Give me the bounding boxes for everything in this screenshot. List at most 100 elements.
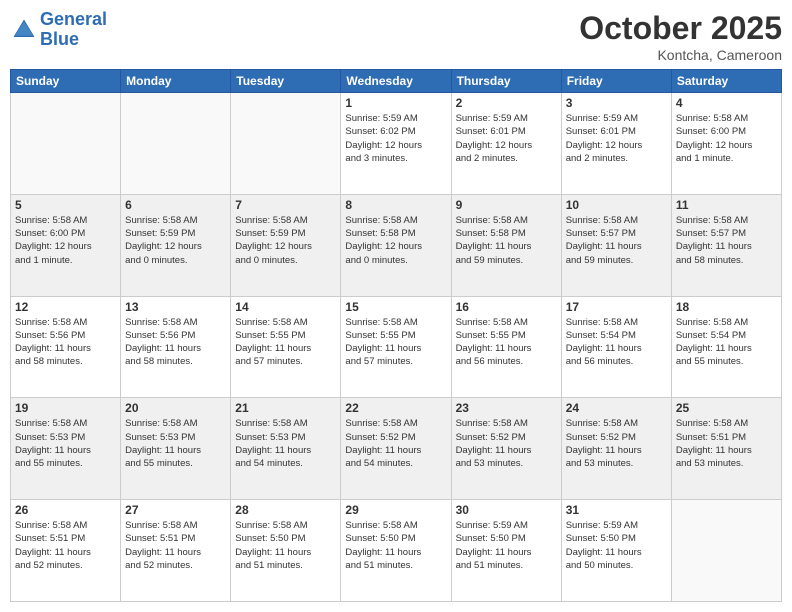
calendar-day: 28 Sunrise: 5:58 AM Sunset: 5:50 PM Dayli… — [231, 500, 341, 602]
page: General Blue October 2025 Kontcha, Camer… — [0, 0, 792, 612]
day-number: 6 — [125, 198, 226, 212]
day-info: Sunrise: 5:58 AM Sunset: 5:52 PM Dayligh… — [566, 417, 667, 470]
day-number: 12 — [15, 300, 116, 314]
day-number: 17 — [566, 300, 667, 314]
day-number: 31 — [566, 503, 667, 517]
day-info: Sunrise: 5:58 AM Sunset: 5:59 PM Dayligh… — [125, 214, 226, 267]
day-info: Sunrise: 5:58 AM Sunset: 5:53 PM Dayligh… — [235, 417, 336, 470]
calendar-week-3: 12 Sunrise: 5:58 AM Sunset: 5:56 PM Dayli… — [11, 296, 782, 398]
day-number: 4 — [676, 96, 777, 110]
day-info: Sunrise: 5:58 AM Sunset: 6:00 PM Dayligh… — [15, 214, 116, 267]
day-number: 15 — [345, 300, 446, 314]
day-info: Sunrise: 5:58 AM Sunset: 5:56 PM Dayligh… — [125, 316, 226, 369]
calendar-week-1: 1Sunrise: 5:59 AM Sunset: 6:02 PM Daylig… — [11, 93, 782, 195]
day-number: 7 — [235, 198, 336, 212]
day-info: Sunrise: 5:58 AM Sunset: 5:50 PM Dayligh… — [235, 519, 336, 572]
calendar-day: 5 Sunrise: 5:58 AM Sunset: 6:00 PM Daylig… — [11, 194, 121, 296]
day-info: Sunrise: 5:58 AM Sunset: 5:51 PM Dayligh… — [15, 519, 116, 572]
col-header-thursday: Thursday — [451, 70, 561, 93]
day-number: 27 — [125, 503, 226, 517]
day-number: 26 — [15, 503, 116, 517]
col-header-saturday: Saturday — [671, 70, 781, 93]
day-number: 20 — [125, 401, 226, 415]
day-info: Sunrise: 5:58 AM Sunset: 5:57 PM Dayligh… — [676, 214, 777, 267]
day-number: 9 — [456, 198, 557, 212]
day-info: Sunrise: 5:58 AM Sunset: 5:53 PM Dayligh… — [125, 417, 226, 470]
day-number: 2 — [456, 96, 557, 110]
title-block: October 2025 Kontcha, Cameroon — [579, 10, 782, 63]
calendar-day: 13 Sunrise: 5:58 AM Sunset: 5:56 PM Dayli… — [121, 296, 231, 398]
calendar-week-5: 26 Sunrise: 5:58 AM Sunset: 5:51 PM Dayli… — [11, 500, 782, 602]
calendar-day: 9 Sunrise: 5:58 AM Sunset: 5:58 PM Daylig… — [451, 194, 561, 296]
day-number: 25 — [676, 401, 777, 415]
day-number: 29 — [345, 503, 446, 517]
calendar-day: 8 Sunrise: 5:58 AM Sunset: 5:58 PM Daylig… — [341, 194, 451, 296]
calendar-day: 31 Sunrise: 5:59 AM Sunset: 5:50 PM Dayli… — [561, 500, 671, 602]
day-info: Sunrise: 5:58 AM Sunset: 5:56 PM Dayligh… — [15, 316, 116, 369]
header: General Blue October 2025 Kontcha, Camer… — [10, 10, 782, 63]
calendar-day: 18Sunrise: 5:58 AM Sunset: 5:54 PM Dayli… — [671, 296, 781, 398]
day-number: 11 — [676, 198, 777, 212]
logo: General Blue — [10, 10, 107, 50]
calendar-table: SundayMondayTuesdayWednesdayThursdayFrid… — [10, 69, 782, 602]
day-number: 24 — [566, 401, 667, 415]
day-number: 19 — [15, 401, 116, 415]
calendar-day: 2 Sunrise: 5:59 AM Sunset: 6:01 PM Daylig… — [451, 93, 561, 195]
calendar-day: 17 Sunrise: 5:58 AM Sunset: 5:54 PM Dayli… — [561, 296, 671, 398]
calendar-day: 1Sunrise: 5:59 AM Sunset: 6:02 PM Daylig… — [341, 93, 451, 195]
day-info: Sunrise: 5:59 AM Sunset: 5:50 PM Dayligh… — [566, 519, 667, 572]
calendar-day: 26 Sunrise: 5:58 AM Sunset: 5:51 PM Dayli… — [11, 500, 121, 602]
calendar-week-2: 5 Sunrise: 5:58 AM Sunset: 6:00 PM Daylig… — [11, 194, 782, 296]
calendar-day — [231, 93, 341, 195]
logo-text: General Blue — [40, 10, 107, 50]
calendar-day: 25 Sunrise: 5:58 AM Sunset: 5:51 PM Dayli… — [671, 398, 781, 500]
calendar-day: 16 Sunrise: 5:58 AM Sunset: 5:55 PM Dayli… — [451, 296, 561, 398]
day-info: Sunrise: 5:58 AM Sunset: 5:53 PM Dayligh… — [15, 417, 116, 470]
day-number: 22 — [345, 401, 446, 415]
month-title: October 2025 — [579, 10, 782, 47]
calendar-day: 20 Sunrise: 5:58 AM Sunset: 5:53 PM Dayli… — [121, 398, 231, 500]
calendar-day: 11 Sunrise: 5:58 AM Sunset: 5:57 PM Dayli… — [671, 194, 781, 296]
day-number: 13 — [125, 300, 226, 314]
day-number: 28 — [235, 503, 336, 517]
col-header-friday: Friday — [561, 70, 671, 93]
calendar-day: 24 Sunrise: 5:58 AM Sunset: 5:52 PM Dayli… — [561, 398, 671, 500]
calendar-day: 27 Sunrise: 5:58 AM Sunset: 5:51 PM Dayli… — [121, 500, 231, 602]
calendar-day: 21 Sunrise: 5:58 AM Sunset: 5:53 PM Dayli… — [231, 398, 341, 500]
day-info: Sunrise: 5:58 AM Sunset: 5:51 PM Dayligh… — [676, 417, 777, 470]
day-number: 10 — [566, 198, 667, 212]
col-header-monday: Monday — [121, 70, 231, 93]
calendar-header-row: SundayMondayTuesdayWednesdayThursdayFrid… — [11, 70, 782, 93]
day-info: Sunrise: 5:58 AM Sunset: 5:50 PM Dayligh… — [345, 519, 446, 572]
day-info: Sunrise: 5:58 AM Sunset: 5:51 PM Dayligh… — [125, 519, 226, 572]
day-info: Sunrise: 5:58 AM Sunset: 5:54 PM Dayligh… — [566, 316, 667, 369]
calendar-day: 10 Sunrise: 5:58 AM Sunset: 5:57 PM Dayli… — [561, 194, 671, 296]
day-number: 5 — [15, 198, 116, 212]
calendar-week-4: 19 Sunrise: 5:58 AM Sunset: 5:53 PM Dayli… — [11, 398, 782, 500]
logo-general: General — [40, 9, 107, 29]
day-number: 8 — [345, 198, 446, 212]
day-info: Sunrise: 5:58 AM Sunset: 5:58 PM Dayligh… — [456, 214, 557, 267]
location: Kontcha, Cameroon — [579, 47, 782, 63]
calendar-day: 7Sunrise: 5:58 AM Sunset: 5:59 PM Daylig… — [231, 194, 341, 296]
col-header-wednesday: Wednesday — [341, 70, 451, 93]
day-number: 23 — [456, 401, 557, 415]
day-info: Sunrise: 5:58 AM Sunset: 5:52 PM Dayligh… — [345, 417, 446, 470]
calendar-day: 29 Sunrise: 5:58 AM Sunset: 5:50 PM Dayli… — [341, 500, 451, 602]
calendar-day: 14 Sunrise: 5:58 AM Sunset: 5:55 PM Dayli… — [231, 296, 341, 398]
day-info: Sunrise: 5:59 AM Sunset: 6:01 PM Dayligh… — [566, 112, 667, 165]
day-info: Sunrise: 5:58 AM Sunset: 5:55 PM Dayligh… — [235, 316, 336, 369]
calendar-day — [671, 500, 781, 602]
day-info: Sunrise: 5:58 AM Sunset: 5:57 PM Dayligh… — [566, 214, 667, 267]
col-header-tuesday: Tuesday — [231, 70, 341, 93]
calendar-day — [11, 93, 121, 195]
day-number: 16 — [456, 300, 557, 314]
day-info: Sunrise: 5:58 AM Sunset: 5:58 PM Dayligh… — [345, 214, 446, 267]
day-info: Sunrise: 5:58 AM Sunset: 5:55 PM Dayligh… — [456, 316, 557, 369]
day-info: Sunrise: 5:59 AM Sunset: 5:50 PM Dayligh… — [456, 519, 557, 572]
day-number: 21 — [235, 401, 336, 415]
day-number: 14 — [235, 300, 336, 314]
calendar-day: 12 Sunrise: 5:58 AM Sunset: 5:56 PM Dayli… — [11, 296, 121, 398]
day-number: 30 — [456, 503, 557, 517]
day-info: Sunrise: 5:59 AM Sunset: 6:01 PM Dayligh… — [456, 112, 557, 165]
